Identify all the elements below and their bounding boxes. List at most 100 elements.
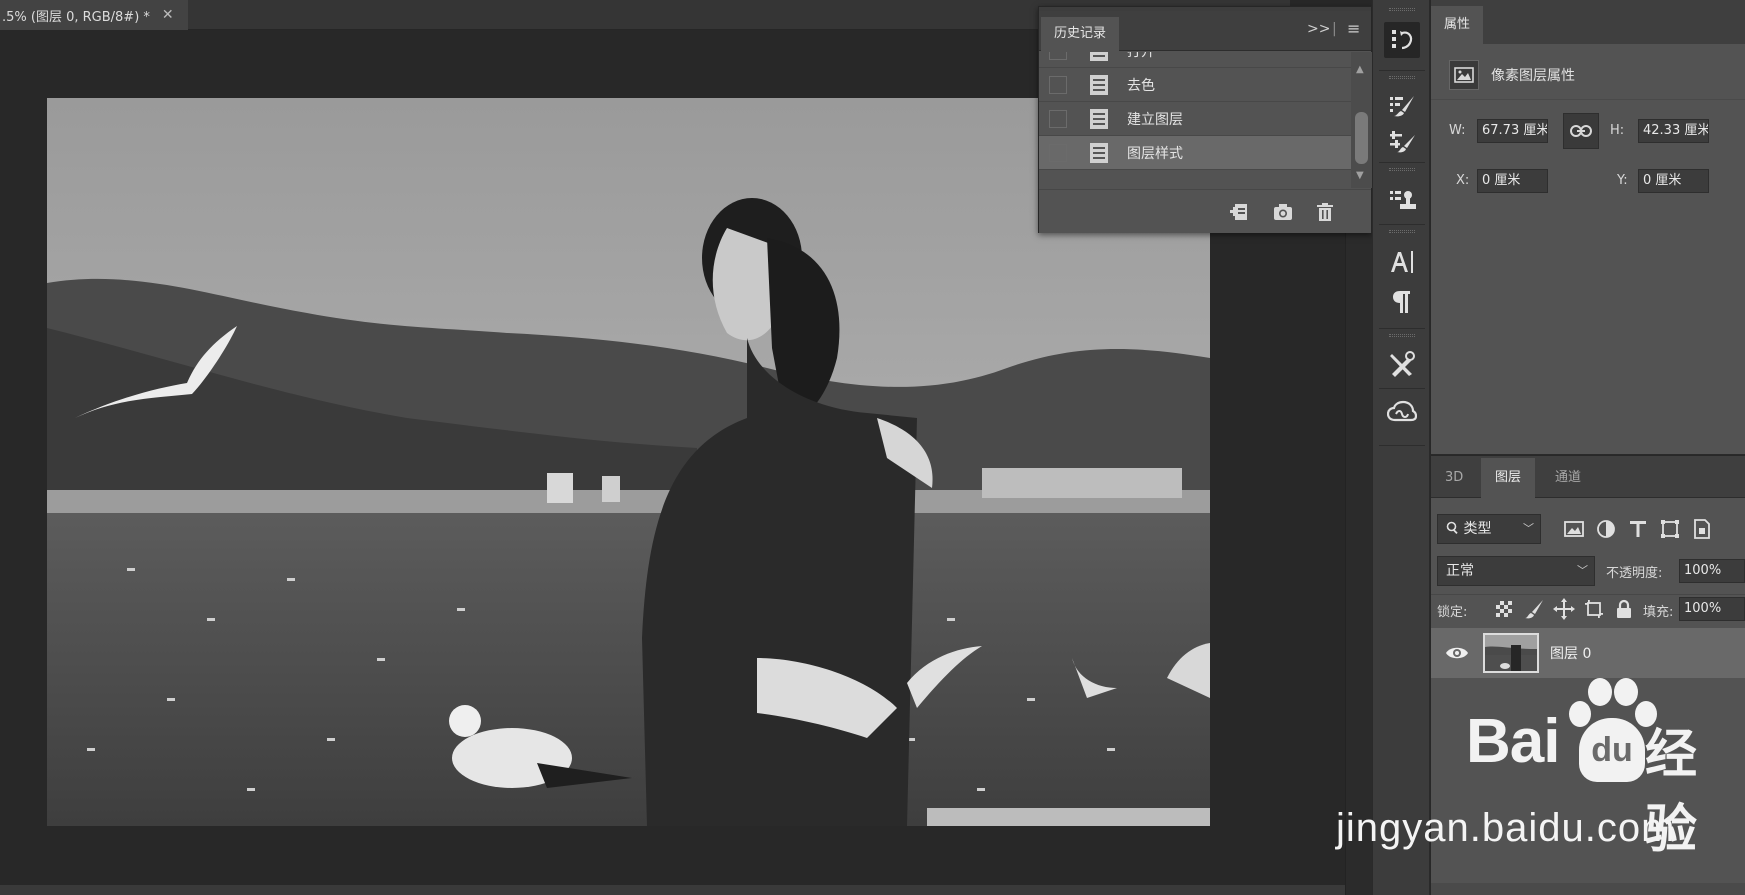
lock-position-icon[interactable] [1553, 598, 1575, 620]
eye-visibility-icon[interactable] [1445, 644, 1469, 662]
panel-icon-column [1372, 0, 1430, 895]
panel-menu-icon[interactable]: ≡ [1347, 19, 1360, 38]
layers-panel-tabs: 3D 图层 通道 [1431, 456, 1745, 498]
tool-presets-icon[interactable] [1384, 346, 1420, 382]
document-icon [1090, 108, 1108, 129]
history-scroll-thumb[interactable] [1355, 112, 1368, 164]
properties-subheader: 像素图层属性 [1431, 50, 1745, 100]
blend-mode-select[interactable]: 正常 ﹀ [1437, 556, 1595, 586]
height-label: H: [1610, 123, 1625, 138]
lock-artboard-icon[interactable] [1583, 598, 1605, 620]
layers-footer-toolbar [1431, 883, 1745, 895]
y-label: Y: [1617, 173, 1628, 188]
paragraph-icon[interactable] [1384, 284, 1420, 320]
properties-subtitle: 像素图层属性 [1491, 67, 1575, 84]
height-field[interactable]: 42.33 厘米 [1638, 119, 1709, 143]
document-tab[interactable]: .5% (图层 0, RGB/8#) * ✕ [0, 0, 188, 30]
new-document-from-state-icon[interactable] [1227, 200, 1251, 224]
document-icon [1090, 52, 1108, 61]
history-item-label: 图层样式 [1127, 145, 1183, 162]
history-item-desaturate[interactable]: 去色 [1039, 68, 1351, 102]
opacity-label: 不透明度: [1606, 566, 1663, 581]
icon-group-grip[interactable] [1389, 168, 1415, 171]
layer-name: 图层 0 [1550, 646, 1592, 662]
lock-all-icon[interactable] [1613, 598, 1635, 620]
tool-separator [1379, 328, 1425, 329]
history-brush-source-checkbox[interactable] [1049, 75, 1067, 94]
layer-filter-value: 类型 [1463, 521, 1492, 537]
canvas-image[interactable] [47, 98, 1210, 826]
filter-pixel-layers-icon[interactable] [1563, 518, 1585, 540]
history-brush-panel-icon[interactable] [1384, 22, 1420, 58]
history-item-layer-style[interactable]: 图层样式 [1039, 136, 1351, 170]
scroll-up-icon[interactable]: ▲ [1356, 64, 1364, 75]
layer-thumbnail [1483, 633, 1539, 673]
chain-link-icon [1570, 125, 1592, 137]
tab-history[interactable]: 历史记录 [1041, 17, 1120, 51]
icon-group-grip[interactable] [1389, 334, 1415, 337]
layers-panel: 3D 图层 通道 类型 ﹀ 正常 ﹀ 不透明度: 100% 锁定: 填充: 10… [1431, 456, 1745, 895]
link-dimensions-button[interactable] [1563, 113, 1599, 149]
x-position-field[interactable]: 0 厘米 [1477, 169, 1548, 193]
filter-type-layers-icon[interactable] [1627, 518, 1649, 540]
lock-transparent-pixels-icon[interactable] [1493, 598, 1515, 620]
pixel-layer-icon [1449, 59, 1479, 90]
history-brush-source-checkbox[interactable] [1049, 109, 1067, 128]
history-item-new-layer[interactable]: 建立图层 [1039, 102, 1351, 136]
history-panel-header: 历史记录 >> | ≡ [1039, 11, 1371, 51]
scroll-down-icon[interactable]: ▼ [1356, 170, 1364, 181]
y-position-field[interactable]: 0 厘米 [1638, 169, 1709, 193]
lock-label: 锁定: [1437, 605, 1468, 620]
chevron-down-icon: ﹀ [1523, 522, 1534, 535]
blend-mode-value: 正常 [1446, 563, 1474, 579]
close-tab-icon[interactable]: ✕ [162, 7, 174, 23]
character-icon[interactable] [1384, 244, 1420, 280]
chevron-down-icon: ﹀ [1577, 564, 1588, 577]
properties-panel-header: 属性 [1431, 0, 1745, 44]
tab-3d[interactable]: 3D [1431, 458, 1477, 498]
collapse-panel-icon[interactable]: >> [1307, 21, 1330, 37]
history-item-label: 去色 [1127, 77, 1155, 94]
icon-group-grip[interactable] [1389, 8, 1415, 11]
filter-smart-objects-icon[interactable] [1691, 518, 1713, 540]
tab-layers[interactable]: 图层 [1481, 458, 1536, 498]
history-footer [1039, 189, 1371, 233]
tab-channels[interactable]: 通道 [1541, 458, 1595, 498]
width-field[interactable]: 67.73 厘米 [1477, 119, 1548, 143]
search-icon [1446, 521, 1458, 534]
document-icon [1090, 74, 1108, 95]
history-brush-source-checkbox[interactable] [1049, 143, 1067, 162]
history-item-open[interactable]: 打开 [1039, 52, 1351, 68]
divider [1431, 594, 1745, 595]
filter-shape-layers-icon[interactable] [1659, 518, 1681, 540]
filter-adjustment-layers-icon[interactable] [1595, 518, 1617, 540]
status-bar [0, 885, 1345, 895]
history-scrollbar[interactable]: ▲ ▼ [1351, 52, 1372, 188]
opacity-field[interactable]: 100% [1679, 559, 1745, 583]
clone-source-icon[interactable] [1384, 182, 1420, 218]
properties-panel: 属性 像素图层属性 [1431, 0, 1745, 455]
icon-group-grip[interactable] [1389, 76, 1415, 79]
brush-settings-icon[interactable] [1384, 124, 1420, 160]
history-panel: 历史记录 >> | ≡ 打开 去色 建立图层 图层样式 ▲ ▼ [1038, 6, 1372, 233]
tool-separator [1379, 70, 1425, 71]
history-brush-source-checkbox[interactable] [1049, 52, 1067, 60]
tool-separator [1379, 224, 1425, 225]
tab-properties[interactable]: 属性 [1431, 6, 1484, 44]
x-label: X: [1456, 173, 1470, 188]
lock-image-pixels-icon[interactable] [1523, 598, 1545, 620]
fill-field[interactable]: 100% [1679, 597, 1745, 621]
layer-row[interactable]: 图层 0 [1431, 628, 1745, 678]
fill-label: 填充: [1643, 605, 1674, 620]
header-divider: | [1332, 21, 1337, 37]
creative-cloud-libraries-icon[interactable] [1384, 394, 1420, 430]
history-item-label: 建立图层 [1127, 111, 1183, 128]
brush-presets-icon[interactable] [1384, 88, 1420, 124]
trash-icon[interactable] [1313, 200, 1337, 224]
camera-snapshot-icon[interactable] [1271, 200, 1295, 224]
layer-filter-select[interactable]: 类型 ﹀ [1437, 514, 1541, 544]
width-label: W: [1449, 123, 1466, 138]
icon-group-grip[interactable] [1389, 230, 1415, 233]
document-tab-title: .5% (图层 0, RGB/8#) * [2, 9, 150, 25]
tool-separator [1379, 388, 1425, 389]
